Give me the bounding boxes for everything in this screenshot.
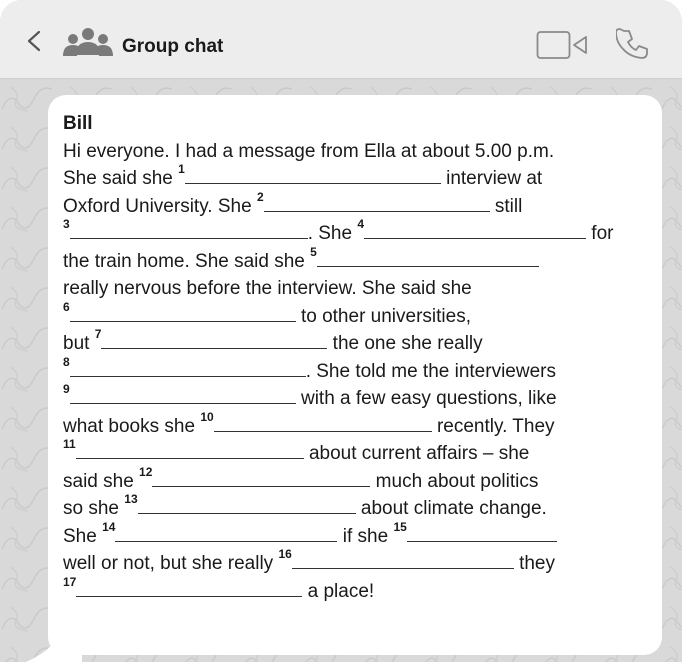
gap-blank[interactable]	[69, 220, 308, 239]
text-segment: if she	[337, 525, 394, 547]
gap-number: 17	[63, 574, 77, 589]
gap-blank[interactable]	[316, 248, 539, 267]
gap-blank[interactable]	[364, 220, 587, 239]
text-segment: really nervous before the interview. She…	[63, 278, 472, 299]
gap-blank[interactable]	[115, 523, 338, 542]
chat-window: Group chat Bill Hi everyone. I had a mes…	[0, 0, 682, 662]
text-segment: She	[63, 525, 103, 547]
text-segment: well or not, but she really	[63, 553, 279, 574]
text-segment: much about politics	[370, 470, 539, 492]
line-5: the train home. She said she 5	[63, 244, 663, 276]
text-segment: to other universities,	[295, 305, 471, 327]
video-camera-icon[interactable]	[536, 30, 590, 60]
message-text: Hi everyone. I had a message from Ella a…	[63, 138, 663, 606]
text-segment: still	[489, 195, 523, 217]
gap-blank[interactable]	[75, 440, 304, 459]
text-segment: about climate change.	[355, 498, 547, 519]
people-group-icon	[63, 28, 113, 56]
text-segment: recently. They	[431, 415, 555, 437]
message-sender: Bill	[63, 113, 93, 134]
line-6: really nervous before the interview. She…	[63, 275, 663, 303]
gap-blank[interactable]	[213, 413, 432, 432]
gap-blank[interactable]	[406, 523, 557, 542]
text-segment: they	[513, 553, 556, 574]
text-segment: so she	[63, 498, 125, 519]
gap-number: 14	[102, 519, 116, 534]
gap-blank[interactable]	[152, 468, 371, 487]
line-16: well or not, but she really 16 they	[63, 547, 663, 578]
gap-number: 2	[256, 189, 264, 204]
line-1: Hi everyone. I had a message from Ella a…	[63, 138, 663, 166]
gap-number: 3	[63, 217, 70, 231]
gap-number: 15	[393, 519, 407, 534]
text-segment: interview at	[440, 168, 543, 189]
text-segment: . She told me the interviewers	[305, 360, 556, 382]
gap-blank[interactable]	[137, 495, 356, 514]
gap-number: 10	[200, 409, 214, 424]
text-segment: Hi everyone. I had a message from Ella a…	[63, 140, 555, 162]
line-2: She said she 1 interview at	[63, 162, 663, 193]
gap-blank[interactable]	[76, 578, 303, 597]
line-3: Oxford University. She 2 still	[63, 189, 663, 221]
line-10: 9 with a few easy questions, like	[63, 382, 663, 413]
line-7: 6 to other universities,	[63, 299, 663, 331]
text-segment: Oxford University. She	[63, 195, 257, 217]
chat-title: Group chat	[122, 36, 224, 57]
gap-blank[interactable]	[101, 330, 328, 349]
gap-number: 11	[63, 437, 76, 451]
text-segment: said she	[63, 470, 140, 492]
message-body: Bill Hi everyone. I had a message from E…	[63, 110, 663, 605]
line-17: 17 a place!	[63, 574, 663, 606]
line-15: She 14 if she 15	[63, 519, 663, 551]
line-13: said she 12 much about politics	[63, 464, 663, 496]
line-4: 3 . She 4 for	[63, 217, 663, 248]
line-12: 11 about current affairs – she	[63, 437, 663, 468]
text-segment: but	[63, 333, 95, 354]
gap-blank[interactable]	[263, 193, 490, 212]
gap-blank[interactable]	[69, 303, 296, 322]
gap-number: 12	[139, 464, 153, 479]
line-9: 8 . She told me the interviewers	[63, 354, 663, 386]
line-8: but 7 the one she really	[63, 327, 663, 358]
line-11: what books she 10 recently. They	[63, 409, 663, 441]
gap-blank[interactable]	[69, 385, 296, 404]
gap-number: 6	[63, 299, 70, 314]
gap-blank[interactable]	[69, 358, 306, 377]
gap-number: 1	[178, 162, 185, 176]
gap-number: 9	[63, 382, 70, 396]
text-segment: the one she really	[327, 333, 483, 354]
text-segment: She said she	[63, 168, 179, 189]
gap-number: 8	[63, 354, 70, 369]
gap-blank[interactable]	[291, 550, 514, 569]
phone-icon[interactable]	[616, 28, 650, 62]
gap-number: 16	[278, 547, 292, 561]
chevron-left-icon[interactable]	[26, 30, 42, 52]
text-segment: with a few easy questions, like	[295, 388, 557, 409]
gap-number: 4	[357, 217, 365, 231]
gap-number: 7	[94, 327, 102, 341]
text-segment: a place!	[302, 580, 375, 602]
chat-header: Group chat	[0, 0, 682, 79]
gap-blank[interactable]	[184, 165, 441, 184]
line-14: so she 13 about climate change.	[63, 492, 663, 523]
text-segment: what books she	[63, 415, 201, 437]
text-segment: the train home. She said she	[63, 250, 311, 272]
gap-number: 5	[310, 244, 317, 259]
text-segment: . She	[307, 223, 358, 244]
gap-number: 13	[124, 492, 138, 506]
text-segment: for	[586, 223, 614, 244]
text-segment: about current affairs – she	[303, 443, 530, 464]
